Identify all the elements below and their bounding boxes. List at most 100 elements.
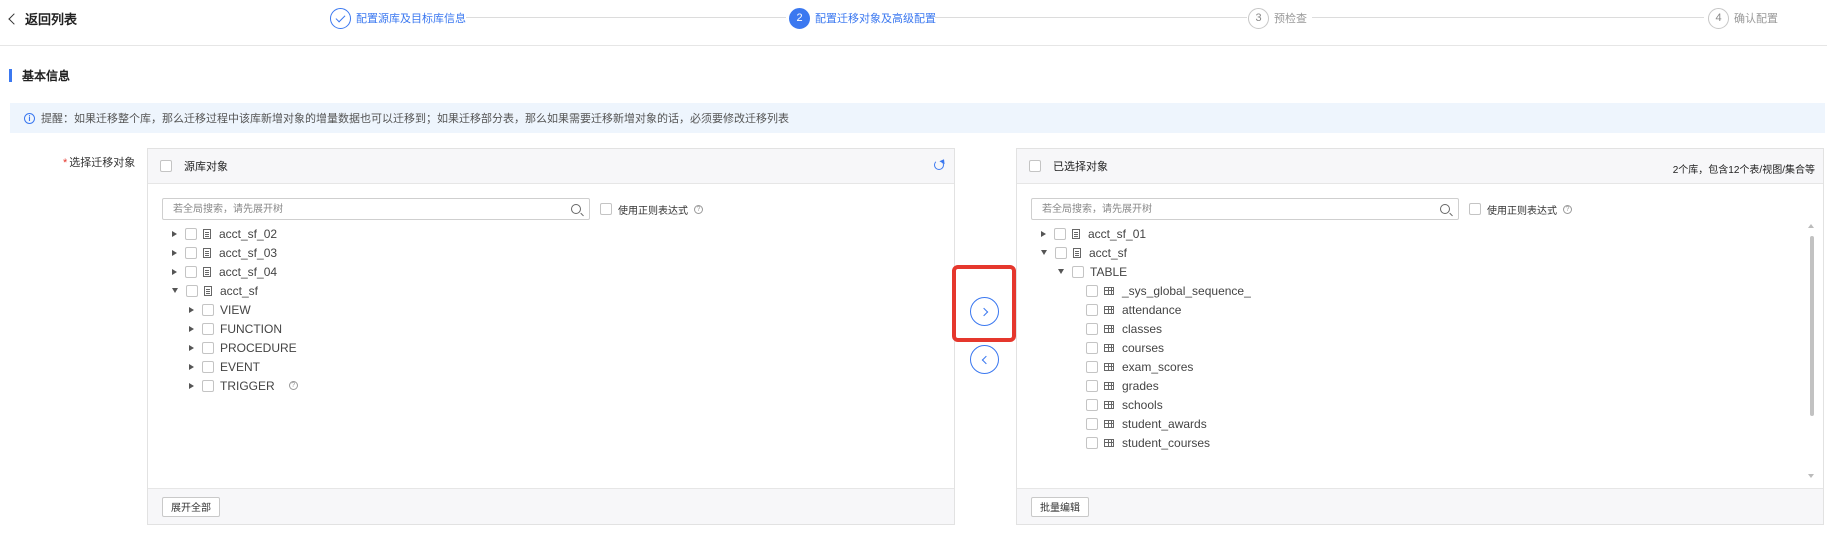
table-icon bbox=[1104, 343, 1114, 352]
expand-arrow-icon[interactable] bbox=[189, 382, 194, 389]
database-icon bbox=[1072, 228, 1080, 239]
step-1-label: 配置源库及目标库信息 bbox=[356, 13, 466, 25]
tree-node-checkbox[interactable] bbox=[1086, 417, 1098, 430]
help-icon[interactable]: ? bbox=[1563, 204, 1572, 214]
target-regex-checkbox[interactable] bbox=[1469, 203, 1481, 215]
help-icon[interactable]: ? bbox=[694, 204, 703, 214]
tree-node[interactable]: FUNCTION bbox=[148, 319, 954, 338]
expand-arrow-icon[interactable] bbox=[1041, 230, 1046, 237]
table-row[interactable]: grades bbox=[1017, 376, 1823, 395]
migration-object-field-label: * 选择迁移对象 bbox=[63, 154, 135, 170]
expand-arrow-icon[interactable] bbox=[189, 363, 194, 370]
tree-node-checkbox[interactable] bbox=[1055, 246, 1067, 259]
expand-arrow-icon[interactable] bbox=[189, 344, 194, 351]
expand-arrow-icon[interactable] bbox=[172, 230, 177, 237]
tree-node-checkbox[interactable] bbox=[1086, 398, 1098, 411]
table-icon bbox=[1104, 400, 1114, 409]
tree-node-label: acct_sf bbox=[220, 283, 259, 298]
tree-node[interactable]: acct_sf_01 bbox=[1017, 224, 1823, 243]
back-to-list-link[interactable]: 返回列表 bbox=[8, 9, 77, 27]
expand-all-button[interactable]: 展开全部 bbox=[162, 496, 220, 517]
tree-node-label: EVENT bbox=[220, 359, 261, 374]
source-regex-checkbox[interactable] bbox=[600, 203, 612, 215]
tree-node[interactable]: TABLE bbox=[1017, 262, 1823, 281]
expand-arrow-icon[interactable] bbox=[172, 268, 177, 275]
tree-node-checkbox[interactable] bbox=[202, 322, 214, 335]
tree-node-checkbox[interactable] bbox=[186, 284, 198, 297]
tree-node-checkbox[interactable] bbox=[1072, 265, 1084, 278]
wizard-header: 返回列表 配置源库及目标库信息 2 配置迁移对象及高级配置 3 预检查 4 确认… bbox=[0, 0, 1827, 46]
table-row[interactable]: courses bbox=[1017, 338, 1823, 357]
tree-node-label: student_awards bbox=[1122, 416, 1207, 431]
tree-node-checkbox[interactable] bbox=[1086, 284, 1098, 297]
scroll-up-arrow-icon[interactable] bbox=[1808, 224, 1814, 228]
table-row[interactable]: student_courses bbox=[1017, 433, 1823, 452]
move-right-button[interactable] bbox=[970, 297, 999, 326]
expand-arrow-icon[interactable] bbox=[172, 249, 177, 256]
target-panel-title: 已选择对象 bbox=[1053, 161, 1108, 173]
tree-node[interactable]: acct_sf bbox=[1017, 243, 1823, 262]
step-2-number: 2 bbox=[789, 7, 810, 29]
tree-node-checkbox[interactable] bbox=[1086, 303, 1098, 316]
target-search-input[interactable] bbox=[1032, 199, 1458, 219]
table-row[interactable]: attendance bbox=[1017, 300, 1823, 319]
tree-node[interactable]: EVENT bbox=[148, 357, 954, 376]
tree-node[interactable]: acct_sf_02 bbox=[148, 224, 954, 243]
move-left-button[interactable] bbox=[970, 345, 999, 374]
tree-node-checkbox[interactable] bbox=[185, 246, 197, 259]
tree-node-checkbox[interactable] bbox=[202, 360, 214, 373]
table-row[interactable]: student_awards bbox=[1017, 414, 1823, 433]
tree-node-checkbox[interactable] bbox=[185, 265, 197, 278]
tree-node[interactable]: acct_sf_03 bbox=[148, 243, 954, 262]
table-icon bbox=[1104, 286, 1114, 295]
selected-objects-panel: 已选择对象 2个库，包含12个表/视图/集合等 使用正则表达式 ? acct_s… bbox=[1016, 148, 1824, 525]
table-row[interactable]: schools bbox=[1017, 395, 1823, 414]
source-select-all-checkbox[interactable] bbox=[160, 160, 172, 172]
source-search-input[interactable] bbox=[163, 199, 589, 219]
refresh-icon[interactable] bbox=[934, 160, 944, 170]
tree-node-checkbox[interactable] bbox=[1054, 227, 1066, 240]
collapse-arrow-icon[interactable] bbox=[1041, 250, 1047, 255]
tree-node-checkbox[interactable] bbox=[1086, 360, 1098, 373]
info-icon: i bbox=[24, 112, 35, 124]
table-row[interactable]: _sys_global_sequence_ bbox=[1017, 281, 1823, 300]
target-search-box bbox=[1031, 198, 1459, 220]
notice-banner: i 提醒：如果迁移整个库，那么迁移过程中该库新增对象的增量数据也可以迁移到；如果… bbox=[10, 103, 1825, 133]
tree-node-checkbox[interactable] bbox=[1086, 436, 1098, 449]
tree-node-label: acct_sf_02 bbox=[219, 226, 278, 241]
table-row[interactable]: classes bbox=[1017, 319, 1823, 338]
tree-node-checkbox[interactable] bbox=[1086, 322, 1098, 335]
tree-node-checkbox[interactable] bbox=[202, 303, 214, 316]
tree-node-checkbox[interactable] bbox=[202, 341, 214, 354]
chevron-left-icon bbox=[8, 12, 20, 25]
target-select-all-checkbox[interactable] bbox=[1029, 160, 1041, 172]
tree-node[interactable]: acct_sf_04 bbox=[148, 262, 954, 281]
tree-node-label: attendance bbox=[1122, 302, 1182, 317]
tree-node-checkbox[interactable] bbox=[185, 227, 197, 240]
expand-arrow-icon[interactable] bbox=[189, 325, 194, 332]
field-label-text: 选择迁移对象 bbox=[69, 157, 136, 169]
search-icon[interactable] bbox=[571, 204, 581, 214]
scroll-down-arrow-icon[interactable] bbox=[1808, 474, 1814, 478]
tree-node[interactable]: acct_sf bbox=[148, 281, 954, 300]
collapse-arrow-icon[interactable] bbox=[172, 288, 178, 293]
table-row[interactable]: exam_scores bbox=[1017, 357, 1823, 376]
tree-node-checkbox[interactable] bbox=[1086, 341, 1098, 354]
step-connector bbox=[1312, 17, 1704, 18]
tree-node[interactable]: PROCEDURE bbox=[148, 338, 954, 357]
tree-node-checkbox[interactable] bbox=[202, 379, 214, 392]
database-icon bbox=[203, 247, 211, 258]
tree-node[interactable]: VIEW bbox=[148, 300, 954, 319]
table-icon bbox=[1104, 419, 1114, 428]
tree-node-label: acct_sf bbox=[1089, 245, 1128, 260]
expand-arrow-icon[interactable] bbox=[189, 306, 194, 313]
tree-node[interactable]: TRIGGER ? bbox=[148, 376, 954, 395]
search-icon[interactable] bbox=[1440, 204, 1450, 214]
collapse-arrow-icon[interactable] bbox=[1058, 269, 1064, 274]
tree-node-label: classes bbox=[1122, 321, 1163, 336]
scrollbar-thumb[interactable] bbox=[1810, 236, 1814, 416]
regex-label: 使用正则表达式 bbox=[618, 205, 688, 217]
help-icon[interactable]: ? bbox=[288, 381, 298, 390]
tree-node-checkbox[interactable] bbox=[1086, 379, 1098, 392]
batch-edit-button[interactable]: 批量编辑 bbox=[1031, 496, 1089, 517]
